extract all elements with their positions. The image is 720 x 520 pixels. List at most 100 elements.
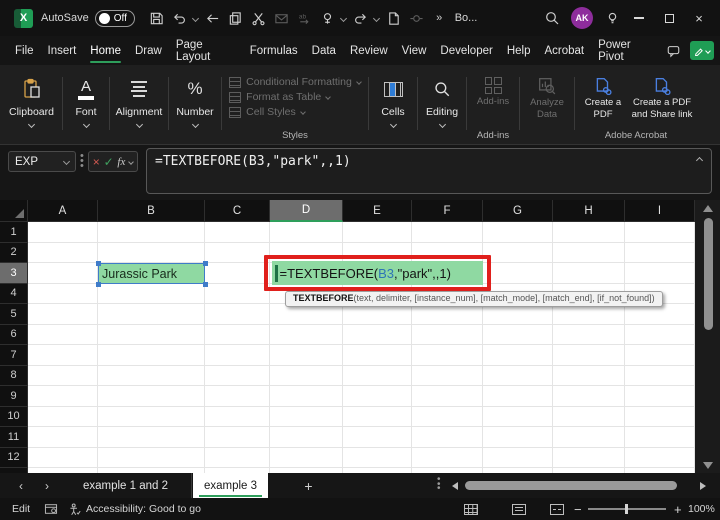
page-break-view-icon[interactable] — [550, 498, 564, 520]
ribbon-group-cells[interactable]: Cells — [372, 69, 414, 144]
cell-C11[interactable] — [205, 427, 270, 448]
cell-A4[interactable] — [28, 283, 98, 304]
close-button[interactable]: × — [684, 3, 714, 33]
column-header-H[interactable]: H — [553, 200, 625, 222]
cell-G6[interactable] — [483, 324, 553, 345]
tab-help[interactable]: Help — [500, 36, 538, 65]
column-header-C[interactable]: C — [205, 200, 270, 222]
avatar[interactable]: AK — [571, 7, 593, 29]
cell-I2[interactable] — [625, 242, 695, 263]
tab-home[interactable]: Home — [83, 36, 128, 65]
cell-H3[interactable] — [553, 263, 625, 284]
cell-G1[interactable] — [483, 222, 553, 243]
maximize-button[interactable] — [654, 3, 684, 33]
tab-formulas[interactable]: Formulas — [243, 36, 305, 65]
cell-C7[interactable] — [205, 345, 270, 366]
formula-bar-handle[interactable]: • • • — [80, 151, 84, 172]
column-header-D[interactable]: D — [270, 200, 343, 222]
sheet-nav-left-icon[interactable]: ‹ — [10, 473, 32, 498]
cell-B7[interactable] — [98, 345, 205, 366]
cell-G5[interactable] — [483, 304, 553, 325]
row-header-2[interactable]: 2 — [0, 242, 28, 263]
cell-G12[interactable] — [483, 447, 553, 468]
ribbon-group-editing[interactable]: Editing — [421, 69, 463, 144]
cell-B2[interactable] — [98, 242, 205, 263]
formula-input[interactable]: =TEXTBEFORE(B3,"park",,1) — [146, 148, 712, 194]
row-header-11[interactable]: 11 — [0, 427, 28, 448]
row-header-7[interactable]: 7 — [0, 345, 28, 366]
cell-C1[interactable] — [205, 222, 270, 243]
cell-E12[interactable] — [343, 447, 412, 468]
cell-I7[interactable] — [625, 345, 695, 366]
cell-H9[interactable] — [553, 386, 625, 407]
cell-C2[interactable] — [205, 242, 270, 263]
cell-D6[interactable] — [270, 324, 343, 345]
cell-D12[interactable] — [270, 447, 343, 468]
cell-A12[interactable] — [28, 447, 98, 468]
cell-G8[interactable] — [483, 365, 553, 386]
cell-E11[interactable] — [343, 427, 412, 448]
lightbulb-icon[interactable] — [601, 3, 624, 33]
row-header-10[interactable]: 10 — [0, 406, 28, 427]
cell-A7[interactable] — [28, 345, 98, 366]
back-arrow-icon[interactable] — [201, 3, 224, 33]
cell-H12[interactable] — [553, 447, 625, 468]
conditional-formatting-button[interactable]: Conditional Formatting — [229, 76, 362, 88]
selection-handle[interactable] — [95, 260, 101, 266]
selection-handle[interactable] — [95, 281, 101, 287]
cell-F5[interactable] — [412, 304, 483, 325]
cell-A9[interactable] — [28, 386, 98, 407]
cell-F8[interactable] — [412, 365, 483, 386]
zoom-slider[interactable] — [588, 498, 666, 520]
tab-file[interactable]: File — [8, 36, 41, 65]
new-document-icon[interactable] — [382, 3, 405, 33]
cell-A5[interactable] — [28, 304, 98, 325]
page-layout-view-icon[interactable] — [512, 498, 526, 520]
add-sheet-button[interactable]: + — [300, 477, 317, 494]
cut-icon[interactable] — [247, 3, 270, 33]
macro-record-icon[interactable] — [44, 498, 58, 520]
normal-view-icon[interactable] — [464, 498, 478, 520]
column-header-I[interactable]: I — [625, 200, 695, 222]
row-header-3[interactable]: 3 — [0, 263, 28, 284]
cell-I1[interactable] — [625, 222, 695, 243]
accessibility-status[interactable]: Accessibility: Good to go — [86, 498, 201, 520]
cell-G9[interactable] — [483, 386, 553, 407]
cell-G10[interactable] — [483, 406, 553, 427]
autosave-toggle[interactable]: Off — [94, 9, 135, 27]
draw-touch-icon[interactable] — [316, 3, 339, 33]
cell-E5[interactable] — [343, 304, 412, 325]
row-header-4[interactable]: 4 — [0, 283, 28, 304]
vertical-scrollbar[interactable] — [697, 200, 720, 473]
hscroll-right-icon[interactable] — [700, 482, 706, 490]
cell-F9[interactable] — [412, 386, 483, 407]
scroll-down-icon[interactable] — [703, 462, 713, 469]
cell-D11[interactable] — [270, 427, 343, 448]
tab-developer[interactable]: Developer — [433, 36, 499, 65]
format-as-table-button[interactable]: Format as Table — [229, 91, 361, 103]
cell-E10[interactable] — [343, 406, 412, 427]
cell-D7[interactable] — [270, 345, 343, 366]
name-box[interactable]: EXP — [8, 151, 76, 172]
cell-I9[interactable] — [625, 386, 695, 407]
row-header-8[interactable]: 8 — [0, 365, 28, 386]
cell-D5[interactable] — [270, 304, 343, 325]
cell-H2[interactable] — [553, 242, 625, 263]
sheet-tab-example-1-and-2[interactable]: example 1 and 2 — [60, 473, 192, 498]
cell-H11[interactable] — [553, 427, 625, 448]
undo-chevron-icon[interactable] — [191, 3, 201, 33]
cell-E9[interactable] — [343, 386, 412, 407]
insert-function-icon[interactable]: fx — [117, 156, 125, 168]
cell-D1[interactable] — [270, 222, 343, 243]
ribbon-group-number[interactable]: % Number — [172, 69, 218, 144]
column-header-E[interactable]: E — [343, 200, 412, 222]
cell-C3[interactable] — [205, 263, 270, 284]
cell-G2[interactable] — [483, 242, 553, 263]
cell-A1[interactable] — [28, 222, 98, 243]
cell-I8[interactable] — [625, 365, 695, 386]
tab-acrobat[interactable]: Acrobat — [537, 36, 591, 65]
search-icon[interactable] — [540, 3, 563, 33]
cell-E8[interactable] — [343, 365, 412, 386]
redo-chevron-icon[interactable] — [372, 3, 382, 33]
row-header-6[interactable]: 6 — [0, 324, 28, 345]
